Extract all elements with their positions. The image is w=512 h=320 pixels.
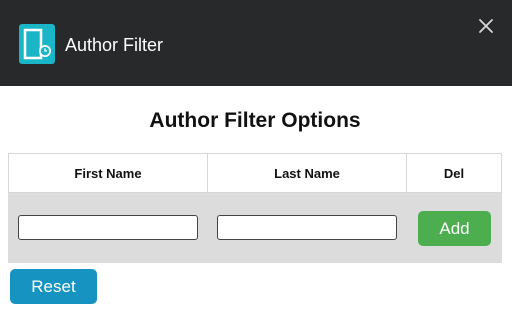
title-bar: Author Filter xyxy=(0,0,512,86)
author-table: First Name Last Name Del Add xyxy=(8,153,502,264)
dialog-content: Author Filter Options First Name Last Na… xyxy=(0,86,512,320)
close-icon[interactable] xyxy=(476,16,496,36)
add-button[interactable]: Add xyxy=(418,211,491,246)
page-title: Author Filter Options xyxy=(149,109,361,132)
document-clock-icon xyxy=(19,24,55,64)
column-header-last-name: Last Name xyxy=(207,153,407,193)
column-header-first-name: First Name xyxy=(8,153,208,193)
table-row: Add xyxy=(8,193,502,263)
column-header-del: Del xyxy=(406,153,502,193)
last-name-input[interactable] xyxy=(217,215,397,240)
reset-button[interactable]: Reset xyxy=(10,269,97,304)
first-name-input[interactable] xyxy=(18,215,198,240)
window-title: Author Filter xyxy=(65,35,164,55)
